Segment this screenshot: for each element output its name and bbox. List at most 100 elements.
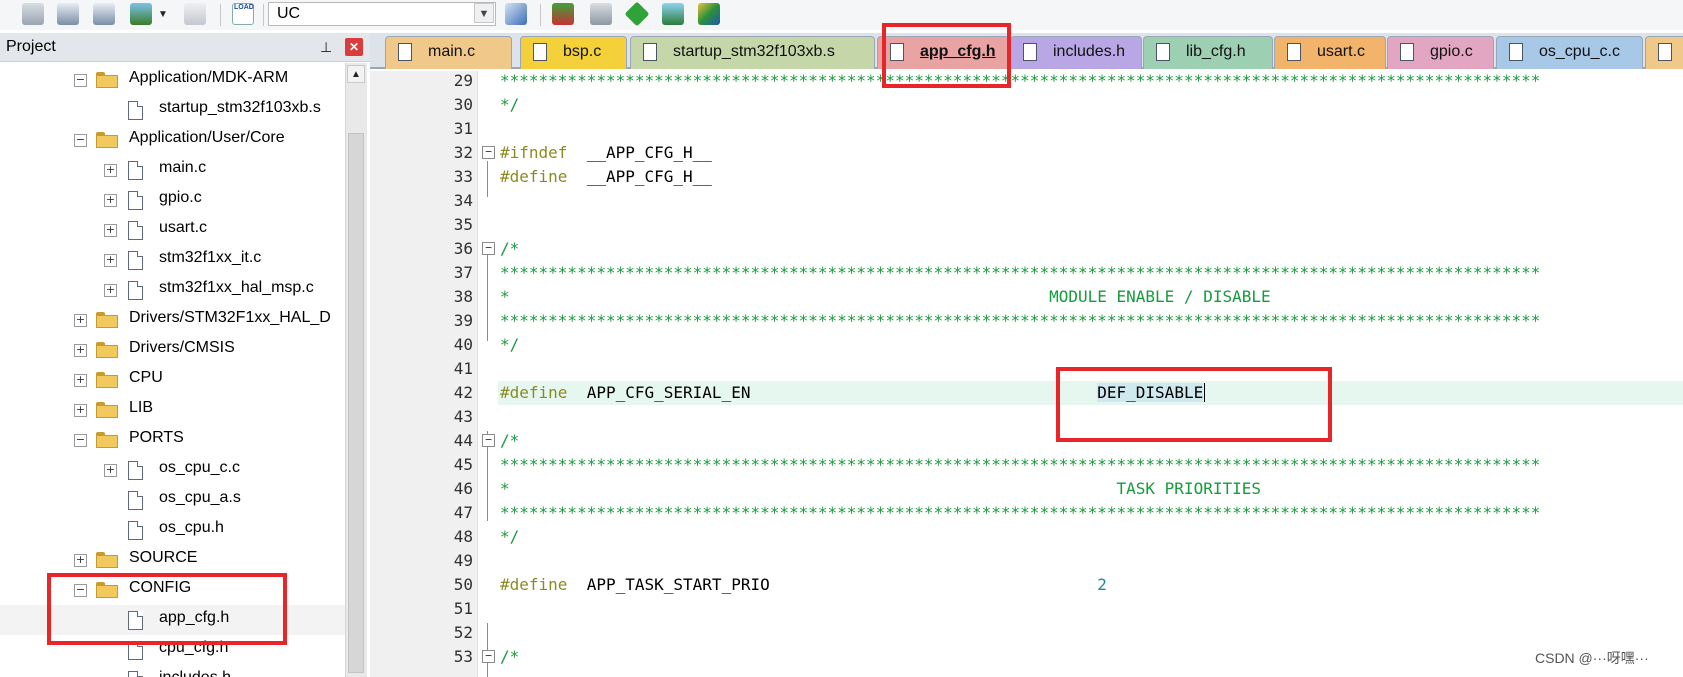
- tree-file[interactable]: os_cpu.h: [0, 515, 345, 545]
- expand-icon[interactable]: +: [74, 374, 87, 387]
- pack-installer-icon[interactable]: [590, 3, 612, 25]
- load-icon[interactable]: LOAD: [232, 3, 254, 25]
- code-line[interactable]: 31: [370, 117, 1683, 141]
- scroll-thumb[interactable]: [348, 133, 364, 673]
- folder-icon: [96, 312, 118, 328]
- tree-folder[interactable]: + Drivers/STM32F1xx_HAL_D: [0, 305, 345, 335]
- code-line[interactable]: 30 */: [370, 93, 1683, 117]
- close-icon[interactable]: ✕: [345, 38, 363, 56]
- tab[interactable]: [1645, 36, 1683, 69]
- tree-folder[interactable]: + LIB: [0, 395, 345, 425]
- tree-folder[interactable]: + Drivers/CMSIS: [0, 335, 345, 365]
- code-line[interactable]: 36−/*: [370, 237, 1683, 261]
- file-icon: [1287, 43, 1301, 61]
- tab[interactable]: startup_stm32f103xb.s: [630, 36, 875, 69]
- target-select[interactable]: UC: [268, 2, 496, 26]
- tab[interactable]: includes.h: [1010, 36, 1142, 69]
- collapse-icon[interactable]: −: [74, 134, 87, 147]
- event-recorder-icon[interactable]: [662, 3, 684, 25]
- code-text: /*: [500, 647, 519, 666]
- expand-icon[interactable]: +: [104, 284, 117, 297]
- collapse-icon[interactable]: −: [74, 434, 87, 447]
- options-icon[interactable]: [130, 3, 152, 25]
- expand-icon[interactable]: +: [74, 314, 87, 327]
- collapse-icon[interactable]: −: [74, 74, 87, 87]
- expand-icon[interactable]: +: [104, 164, 117, 177]
- expand-icon[interactable]: +: [104, 194, 117, 207]
- comment-text: */: [500, 95, 520, 114]
- download-icon[interactable]: [184, 3, 206, 25]
- expand-icon[interactable]: +: [74, 404, 87, 417]
- line-number: 50: [453, 575, 473, 594]
- tab[interactable]: main.c: [385, 36, 512, 69]
- expand-icon[interactable]: +: [74, 554, 87, 567]
- scroll-up-icon[interactable]: ▲: [347, 65, 365, 83]
- code-line[interactable]: 45 **************************************…: [370, 453, 1683, 477]
- expand-icon[interactable]: +: [74, 344, 87, 357]
- code-line[interactable]: 44−/*: [370, 429, 1683, 453]
- build-icon[interactable]: [57, 3, 79, 25]
- tree-file[interactable]: + stm32f1xx_hal_msp.c: [0, 275, 345, 305]
- tab[interactable]: lib_cfg.h: [1143, 36, 1273, 69]
- tree-folder[interactable]: − Application/User/Core: [0, 125, 345, 155]
- code-line[interactable]: 37 **************************************…: [370, 261, 1683, 285]
- select-software-packs-icon[interactable]: [624, 1, 650, 27]
- file-icon: [128, 671, 143, 677]
- code-line[interactable]: 29 **************************************…: [370, 71, 1683, 93]
- expand-icon[interactable]: +: [104, 254, 117, 267]
- code-line[interactable]: 41: [370, 357, 1683, 381]
- code-line[interactable]: 43: [370, 405, 1683, 429]
- line-number: 34: [453, 191, 473, 210]
- fold-toggle-icon[interactable]: −: [482, 650, 495, 663]
- tree-file[interactable]: includes.h: [0, 665, 345, 677]
- expand-icon[interactable]: +: [104, 224, 117, 237]
- batch-build-icon[interactable]: [22, 3, 44, 25]
- code-line[interactable]: 34: [370, 189, 1683, 213]
- code-line[interactable]: 47 **************************************…: [370, 501, 1683, 525]
- chevron-down-icon[interactable]: ▼: [474, 3, 494, 23]
- fold-toggle-icon[interactable]: −: [482, 146, 495, 159]
- manage-components-icon[interactable]: [552, 3, 574, 25]
- code-line[interactable]: 32− #ifndef __APP_CFG_H__: [370, 141, 1683, 165]
- code-line[interactable]: 39 **************************************…: [370, 309, 1683, 333]
- code-line[interactable]: 50 #define APP_TASK_START_PRIO 2: [370, 573, 1683, 597]
- tree-folder[interactable]: − Application/MDK-ARM: [0, 65, 345, 95]
- tree-scrollbar[interactable]: ▲: [345, 63, 367, 677]
- tree-file[interactable]: startup_stm32f103xb.s: [0, 95, 345, 125]
- code-line[interactable]: 46 * TASK PRIORITIES: [370, 477, 1683, 501]
- tree-file[interactable]: + os_cpu_c.c: [0, 455, 345, 485]
- tab[interactable]: gpio.c: [1387, 36, 1494, 69]
- fold-toggle-icon[interactable]: −: [482, 242, 495, 255]
- code-line[interactable]: 53−/*: [370, 645, 1683, 669]
- configure-icon[interactable]: [505, 3, 527, 25]
- code-line[interactable]: 51: [370, 597, 1683, 621]
- code-line[interactable]: 42#define APP_CFG_SERIAL_EN DEF_DISABLE​: [370, 381, 1683, 405]
- tree-folder[interactable]: + SOURCE: [0, 545, 345, 575]
- code-line[interactable]: 35: [370, 213, 1683, 237]
- code-line[interactable]: 40 */: [370, 333, 1683, 357]
- code-line[interactable]: 49: [370, 549, 1683, 573]
- tab[interactable]: usart.c: [1274, 36, 1386, 69]
- tree-file[interactable]: + usart.c: [0, 215, 345, 245]
- code-editor[interactable]: 29 **************************************…: [370, 71, 1683, 677]
- code-line[interactable]: 38 * MODULE ENABLE / DISABLE: [370, 285, 1683, 309]
- tree-file[interactable]: + gpio.c: [0, 185, 345, 215]
- pack-manager-icon[interactable]: [698, 3, 720, 25]
- options-dropdown-icon[interactable]: ▼: [158, 9, 168, 20]
- rebuild-icon[interactable]: [93, 3, 115, 25]
- pin-icon[interactable]: ⊥: [320, 39, 332, 56]
- code-line[interactable]: 48 */: [370, 525, 1683, 549]
- code-line[interactable]: 33 #define __APP_CFG_H__: [370, 165, 1683, 189]
- tree-file[interactable]: + stm32f1xx_it.c: [0, 245, 345, 275]
- file-icon: [1509, 43, 1523, 61]
- tree-folder[interactable]: + CPU: [0, 365, 345, 395]
- tree-folder[interactable]: − PORTS: [0, 425, 345, 455]
- tree-file[interactable]: os_cpu_a.s: [0, 485, 345, 515]
- fold-toggle-icon[interactable]: −: [482, 434, 495, 447]
- tree-file[interactable]: + main.c: [0, 155, 345, 185]
- code-line[interactable]: 52: [370, 621, 1683, 645]
- comment-text: ****************************************…: [500, 455, 1541, 474]
- tab[interactable]: bsp.c: [520, 36, 627, 69]
- tab[interactable]: os_cpu_c.c: [1496, 36, 1643, 69]
- expand-icon[interactable]: +: [104, 464, 117, 477]
